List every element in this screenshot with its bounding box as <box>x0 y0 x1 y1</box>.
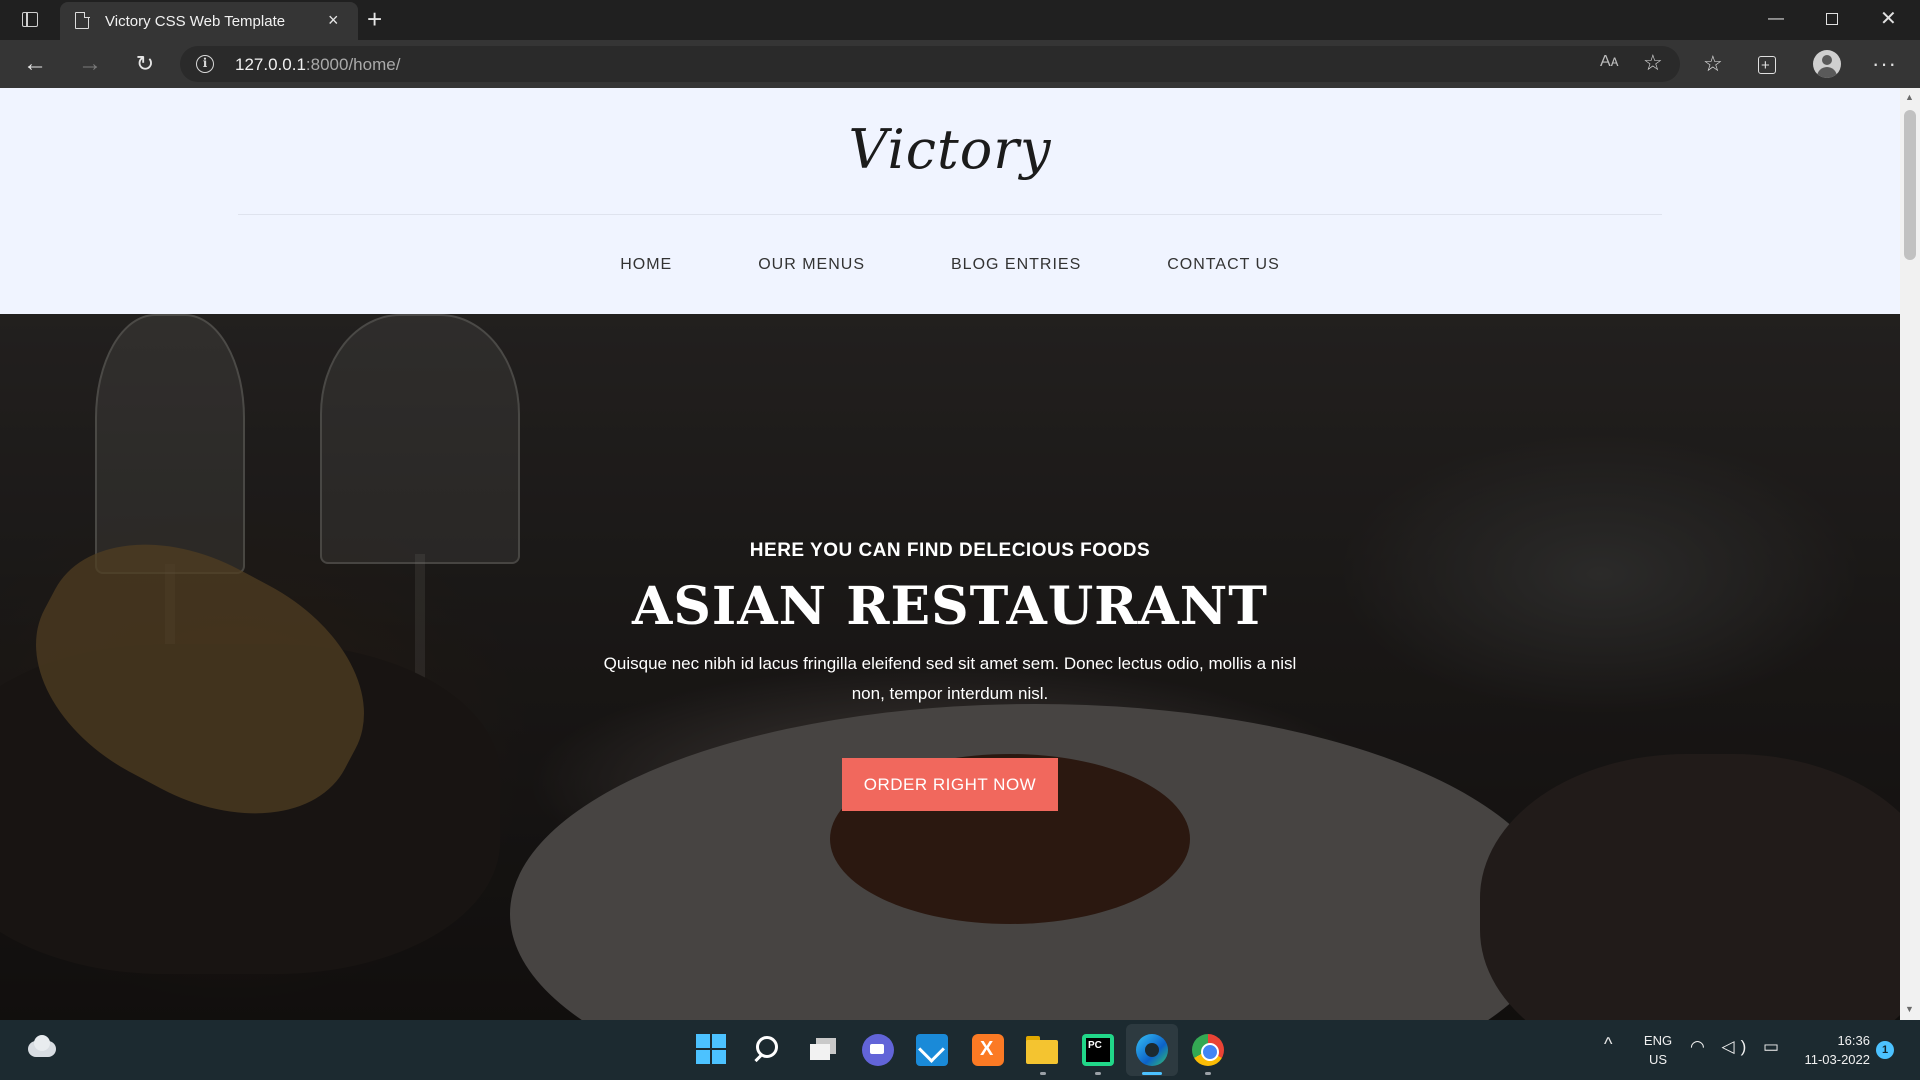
url-text[interactable]: 127.0.0.1:8000/home/ <box>235 55 400 75</box>
region-code: US <box>1648 1052 1668 1067</box>
collections-icon[interactable] <box>1758 51 1776 79</box>
page-viewport: Victory HOME OUR MENUS BLOG ENTRIES CONT… <box>0 88 1900 1020</box>
nav-blog-entries-link[interactable]: BLOG ENTRIES <box>951 256 1081 274</box>
browser-titlebar: Victory CSS Web Template × + — ✕ <box>0 0 1920 40</box>
running-indicator <box>1095 1072 1101 1075</box>
page-scrollbar[interactable]: ▲ ▼ <box>1900 88 1920 1020</box>
xampp-icon[interactable] <box>972 1034 1004 1066</box>
network-volume-battery-icons[interactable]: ◠ ◁) ▭ <box>1690 1037 1785 1057</box>
start-menu-icon[interactable] <box>696 1034 728 1066</box>
show-hidden-icons-chevron-icon[interactable]: ^ <box>1604 1034 1612 1055</box>
edge-browser-icon[interactable] <box>1136 1034 1168 1066</box>
file-explorer-icon[interactable] <box>1026 1034 1058 1066</box>
scrollbar-thumb[interactable] <box>1904 110 1916 260</box>
notification-badge[interactable]: 1 <box>1876 1041 1894 1059</box>
running-indicator <box>1205 1072 1211 1075</box>
window-close-button[interactable]: ✕ <box>1880 6 1897 32</box>
add-favorite-icon[interactable]: ☆ <box>1643 50 1663 76</box>
hero-subtitle: HERE YOU CAN FIND DELECIOUS FOODS <box>749 540 1151 561</box>
main-nav: HOME OUR MENUS BLOG ENTRIES CONTACT US <box>0 256 1900 274</box>
tab-close-button[interactable]: × <box>328 9 339 31</box>
header-divider <box>238 214 1662 215</box>
nav-home-link[interactable]: HOME <box>620 256 672 274</box>
system-clock[interactable]: 16:36 11-03-2022 <box>1788 1031 1870 1069</box>
url-path: :8000/home/ <box>305 55 401 74</box>
nav-contact-us-link[interactable]: CONTACT US <box>1167 256 1280 274</box>
read-aloud-icon[interactable]: Aᴀ <box>1600 53 1619 71</box>
running-indicator <box>1040 1072 1046 1075</box>
order-now-button[interactable]: ORDER RIGHT NOW <box>842 758 1058 811</box>
nav-our-menus-link[interactable]: OUR MENUS <box>758 256 865 274</box>
search-icon[interactable] <box>752 1034 784 1066</box>
hero-banner: HERE YOU CAN FIND DELECIOUS FOODS ASIAN … <box>0 314 1900 1020</box>
tab-actions-icon[interactable] <box>14 8 46 32</box>
browser-tab-active[interactable]: Victory CSS Web Template × <box>60 2 358 40</box>
mail-icon[interactable] <box>916 1034 948 1066</box>
task-view-icon[interactable] <box>808 1034 840 1066</box>
forward-button[interactable]: → <box>75 49 105 79</box>
address-bar[interactable]: i 127.0.0.1:8000/home/ Aᴀ ☆ <box>180 46 1680 82</box>
weather-widget-icon[interactable] <box>28 1035 56 1059</box>
new-tab-button[interactable]: + <box>367 4 382 34</box>
scroll-down-arrow-icon[interactable]: ▼ <box>1905 1004 1914 1014</box>
hero-title: ASIAN RESTAURANT <box>632 576 1268 637</box>
site-logo[interactable]: Victory <box>0 118 1900 181</box>
teams-chat-icon[interactable] <box>862 1034 894 1066</box>
window-restore-button[interactable] <box>1826 6 1838 32</box>
favorites-icon[interactable]: ☆ <box>1703 51 1723 77</box>
scroll-up-arrow-icon[interactable]: ▲ <box>1905 92 1914 102</box>
clock-date: 11-03-2022 <box>1804 1052 1870 1067</box>
input-language-indicator[interactable]: ENG US <box>1638 1031 1678 1069</box>
back-button[interactable]: ← <box>20 49 50 79</box>
language-code: ENG <box>1643 1033 1673 1048</box>
tab-title: Victory CSS Web Template <box>105 13 286 30</box>
hero-description: Quisque nec nibh id lacus fringilla elei… <box>603 654 1297 703</box>
clock-time: 16:36 <box>1837 1033 1870 1048</box>
window-minimize-button[interactable]: — <box>1768 6 1784 32</box>
hero-content: HERE YOU CAN FIND DELECIOUS FOODS ASIAN … <box>0 314 1900 1020</box>
windows-taskbar: PC ^ ENG US ◠ ◁) ▭ 16:36 11-03-2022 1 <box>0 1020 1920 1080</box>
more-menu-icon[interactable]: ··· <box>1872 51 1897 77</box>
browser-toolbar: ← → ↻ i 127.0.0.1:8000/home/ Aᴀ ☆ ☆ ··· <box>0 40 1920 88</box>
reload-button[interactable]: ↻ <box>130 49 160 79</box>
site-info-icon[interactable]: i <box>196 55 214 73</box>
pycharm-icon[interactable]: PC <box>1082 1034 1114 1066</box>
profile-avatar[interactable] <box>1813 50 1841 78</box>
site-header: Victory HOME OUR MENUS BLOG ENTRIES CONT… <box>0 88 1900 314</box>
page-icon <box>75 11 90 29</box>
chrome-browser-icon[interactable] <box>1192 1034 1224 1066</box>
url-host: 127.0.0.1 <box>235 55 306 74</box>
active-app-indicator <box>1142 1072 1162 1075</box>
